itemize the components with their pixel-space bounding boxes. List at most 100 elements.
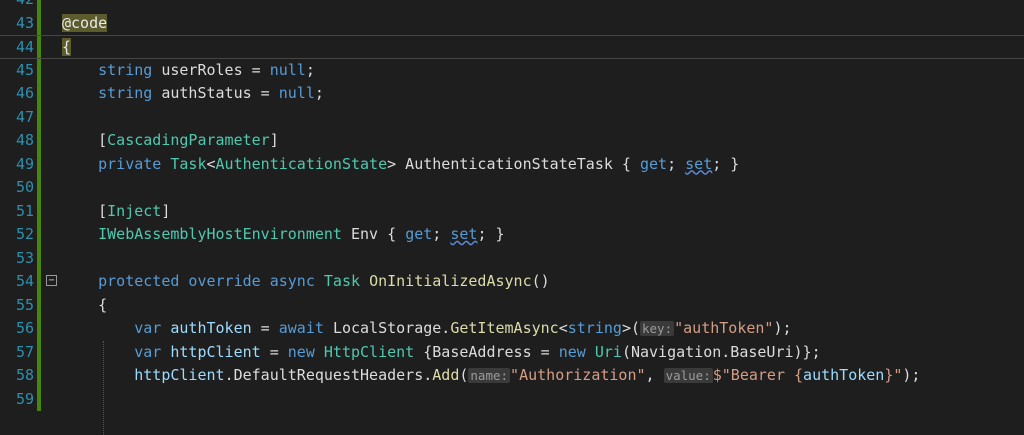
code-token: {BaseAddress =	[414, 342, 559, 361]
line-number: 42	[0, 0, 34, 12]
code-token: string	[567, 319, 622, 337]
line-number: 43	[15, 13, 34, 32]
line-number: 56	[15, 319, 34, 337]
code-token: [	[62, 131, 108, 149]
code-token: > AuthenticationStateTask {	[387, 154, 640, 173]
code-text: @code	[62, 12, 108, 36]
parameter-hint: key:	[640, 321, 675, 336]
change-indicator	[37, 340, 41, 364]
change-indicator	[37, 11, 41, 35]
code-token: null	[269, 60, 306, 79]
code-token: ;	[314, 84, 324, 102]
code-token: HttpClient	[323, 342, 415, 361]
code-token: httpClient	[170, 342, 261, 361]
code-line[interactable]: 42	[0, 0, 1024, 12]
code-line[interactable]: 51 [Inject]	[0, 199, 1024, 224]
code-line[interactable]: 53	[0, 246, 1024, 270]
code-line[interactable]: 56 var authToken = await LocalStorage.Ge…	[0, 317, 1024, 341]
change-indicator	[37, 176, 41, 200]
code-token: >(	[621, 319, 640, 337]
code-token: var	[62, 342, 171, 361]
code-token: private	[62, 154, 171, 173]
code-token: null	[278, 84, 315, 102]
code-token: get	[640, 154, 668, 173]
code-line[interactable]: 45 string userRoles = null;	[0, 58, 1024, 83]
code-text: [Inject]	[62, 200, 170, 224]
code-token: var	[62, 319, 171, 337]
change-indicator	[37, 270, 41, 294]
code-line[interactable]: 46 string authStatus = null;	[0, 82, 1024, 106]
code-token: (Navigation.BaseUri)};	[621, 342, 821, 361]
code-token: ,	[645, 366, 664, 384]
change-indicator	[37, 36, 41, 58]
code-token: =	[251, 319, 279, 337]
change-indicator	[37, 105, 41, 129]
change-indicator	[37, 129, 41, 153]
code-token: "authToken"	[674, 319, 774, 337]
code-text: var authToken = await LocalStorage.GetIt…	[62, 317, 791, 341]
code-token: Task	[170, 154, 207, 173]
code-text: httpClient.DefaultRequestHeaders.Add(nam…	[62, 364, 920, 388]
code-line[interactable]: 43 @code	[0, 11, 1024, 36]
code-line[interactable]: 59	[0, 387, 1024, 411]
code-token: string	[62, 60, 162, 79]
code-token: =	[260, 342, 288, 361]
code-line[interactable]: 54 − protected override async Task OnInit…	[0, 270, 1024, 294]
code-token: <	[558, 319, 568, 337]
code-line[interactable]: 52 IWebAssemblyHostEnvironment Env { get…	[0, 223, 1024, 247]
code-token: authStatus	[161, 84, 252, 102]
code-token: .DefaultRequestHeaders.	[224, 366, 433, 384]
code-line[interactable]: 49 private Task<AuthenticationState> Aut…	[0, 152, 1024, 177]
code-token: GetItemAsync	[450, 319, 559, 337]
code-text: IWebAssemblyHostEnvironment Env { get; s…	[62, 223, 504, 247]
code-text: {	[62, 294, 107, 318]
code-editor[interactable]: 4243@code44{45 string userRoles = null;4…	[0, 0, 1024, 435]
code-token: set	[685, 154, 713, 173]
code-token: userRoles	[161, 60, 243, 79]
change-indicator	[37, 246, 41, 270]
code-token: IWebAssemblyHostEnvironment	[62, 225, 342, 243]
parameter-hint: value:	[663, 368, 713, 383]
code-text: string userRoles = null;	[62, 59, 315, 83]
code-line[interactable]: 50	[0, 176, 1024, 200]
collapse-icon[interactable]: −	[46, 275, 57, 286]
line-number: 45	[15, 60, 34, 79]
change-indicator	[37, 223, 41, 247]
code-token: new	[558, 342, 595, 361]
change-indicator	[37, 0, 41, 12]
code-token: Uri	[594, 342, 622, 361]
code-line[interactable]: 48 [CascadingParameter]	[0, 129, 1024, 153]
code-text: {	[62, 36, 72, 60]
line-number: 57	[15, 342, 34, 361]
line-number: 54	[15, 272, 34, 290]
line-number: 53	[15, 248, 34, 267]
code-line[interactable]: 47	[0, 105, 1024, 129]
code-token: string	[62, 84, 162, 102]
line-number: 55	[15, 295, 34, 314]
change-indicator	[37, 82, 41, 106]
code-token: =	[242, 60, 270, 79]
code-text: string authStatus = null;	[62, 82, 324, 106]
code-token: authToken	[803, 366, 885, 384]
parameter-hint: name:	[468, 368, 511, 383]
code-line[interactable]: 44 {	[0, 35, 1024, 59]
code-token: <	[206, 154, 216, 173]
change-indicator	[37, 152, 41, 176]
code-token: AuthenticationState	[215, 154, 388, 173]
code-token: @code	[62, 13, 108, 32]
code-token: }"	[884, 366, 903, 384]
change-indicator	[37, 364, 41, 388]
code-token: Add	[432, 366, 460, 384]
code-text: var httpClient = new HttpClient {BaseAdd…	[62, 341, 821, 365]
code-line[interactable]: 55 {	[0, 293, 1024, 318]
code-text: private Task<AuthenticationState> Authen…	[62, 153, 739, 177]
code-line[interactable]: 57 var httpClient = new HttpClient {Base…	[0, 340, 1024, 365]
code-token: {	[62, 295, 108, 314]
code-line[interactable]: 58 httpClient.DefaultRequestHeaders.Add(…	[0, 364, 1024, 388]
code-token: );	[902, 366, 921, 384]
line-number: 44	[15, 38, 34, 56]
code-token: authToken	[170, 319, 252, 337]
line-number: 58	[15, 366, 34, 384]
code-token: ; }	[712, 154, 740, 173]
